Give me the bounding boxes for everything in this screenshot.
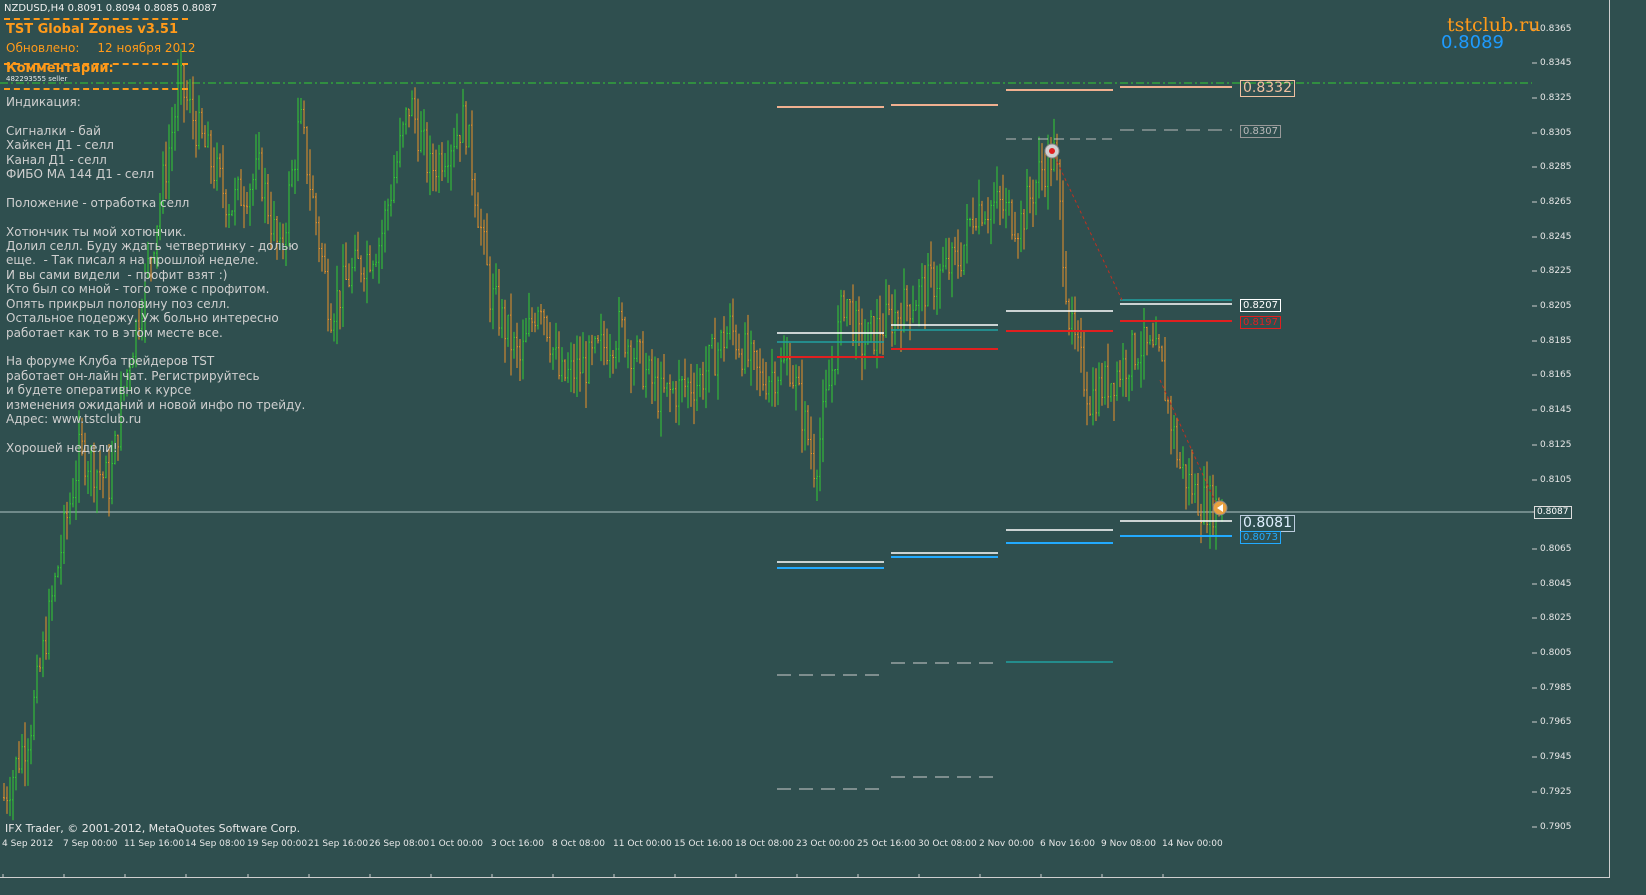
x-tick-label: 1 Oct 00:00 — [430, 839, 483, 849]
chart-area[interactable]: NZDUSD,H4 0.8091 0.8094 0.8085 0.8087 TS… — [0, 0, 1610, 878]
x-tick-label: 26 Sep 08:00 — [369, 839, 430, 849]
comment-line — [6, 210, 305, 224]
current-price-big: 0.8089 — [1441, 32, 1504, 53]
y-tick-label: 0.7925 — [1540, 787, 1572, 797]
y-tick-label: 0.8105 — [1540, 475, 1572, 485]
comment-line: Долил селл. Буду ждать четвертинку - дол… — [6, 239, 299, 254]
price-label-current: 0.8081 — [1240, 515, 1295, 532]
copyright: IFX Trader, © 2001-2012, MetaQuotes Soft… — [5, 822, 301, 835]
y-tick-label: 0.8345 — [1540, 58, 1572, 68]
y-tick-label: 0.8305 — [1540, 128, 1572, 138]
y-tick-label: 0.8205 — [1540, 301, 1572, 311]
y-tick-label: 0.7945 — [1540, 752, 1572, 762]
comment-line: еще. - Так писал я на прошлой неделе. — [6, 253, 259, 268]
indicator-panel: TST Global Zones v3.51 Обновлено: 12 нояб… — [6, 22, 266, 76]
y-axis: 0.8365 0.8345 0.8325 0.8305 0.8285 0.8265 0.82… — [1536, 0, 1576, 878]
comment-line: работает он-лайн чат. Регистрируйтесь — [6, 368, 260, 383]
x-tick-label: 11 Oct 00:00 — [613, 839, 672, 849]
y-tick-label: 0.8225 — [1540, 266, 1572, 276]
comment-line: Хайкен Д1 - селл — [6, 138, 114, 153]
x-tick-label: 2 Nov 00:00 — [979, 839, 1034, 849]
x-tick-label: 23 Oct 00:00 — [796, 839, 855, 849]
comment-line: Положение - отработка селл — [6, 195, 190, 210]
y-tick-label: 0.8365 — [1540, 24, 1572, 34]
y-tick-label: 0.8325 — [1540, 93, 1572, 103]
y-tick-label: 0.8265 — [1540, 197, 1572, 207]
x-tick-label: 8 Oct 08:00 — [552, 839, 605, 849]
price-label-blue: 0.8073 — [1240, 531, 1281, 544]
bid-price-tag: 0.8087 — [1534, 506, 1572, 519]
dashed-separator — [4, 63, 188, 65]
dashed-separator — [4, 88, 188, 90]
comment-line: Адрес: www.tstclub.ru — [6, 411, 142, 426]
comment-line: На форуме Клуба трейдеров TST — [6, 354, 215, 369]
price-label-white: 0.8207 — [1240, 299, 1281, 312]
y-tick-label: 0.8165 — [1540, 370, 1572, 380]
price-label-top: 0.8332 — [1240, 80, 1295, 97]
x-tick-label: 7 Sep 00:00 — [63, 839, 118, 849]
y-tick-label: 0.8045 — [1540, 579, 1572, 589]
comment-line: Опять прикрыл половину поз селл. — [6, 296, 230, 311]
comment-line: Хорошей недели! — [6, 440, 118, 455]
comment-line: работает как то в этом месте все. — [6, 325, 223, 340]
x-tick-label: 4 Sep 2012 — [2, 839, 54, 849]
y-tick-label: 0.8025 — [1540, 613, 1572, 623]
y-tick-label: 0.8125 — [1540, 440, 1572, 450]
y-tick-label: 0.8145 — [1540, 405, 1572, 415]
x-tick-label: 18 Oct 08:00 — [735, 839, 794, 849]
comment-line: Сигналки - бай — [6, 123, 101, 138]
comment-line: Индикация: — [6, 95, 81, 109]
comment-line — [6, 109, 305, 123]
x-tick-label: 14 Sep 08:00 — [185, 839, 246, 849]
price-label-upper: 0.8307 — [1240, 125, 1281, 138]
x-tick-label: 25 Oct 16:00 — [857, 839, 916, 849]
symbol-title: NZDUSD,H4 0.8091 0.8094 0.8085 0.8087 — [4, 3, 218, 14]
x-tick-label: 14 Nov 00:00 — [1162, 839, 1223, 849]
x-tick-label: 30 Oct 08:00 — [918, 839, 977, 849]
comment-line: Остальное подержу. Уж больно интересно — [6, 311, 279, 326]
updated-value: 12 ноября 2012 — [97, 41, 196, 55]
comment-line: изменения ожиданий и новой инфо по трейд… — [6, 397, 306, 412]
tiny-text: 482293555 seller — [6, 75, 68, 83]
y-tick-label: 0.8285 — [1540, 162, 1572, 172]
comment-line — [6, 181, 305, 195]
x-tick-label: 15 Oct 16:00 — [674, 839, 733, 849]
comment-text: Индикация: Сигналки - бай Хайкен Д1 - сел… — [6, 95, 305, 455]
y-tick-label: 0.8005 — [1540, 648, 1572, 658]
x-tick-label: 3 Oct 16:00 — [491, 839, 544, 849]
x-tick-label: 21 Sep 16:00 — [308, 839, 369, 849]
comment-line: И вы сами видели - профит взят :) — [6, 267, 228, 282]
y-tick-label: 0.8185 — [1540, 336, 1572, 346]
y-tick-label: 0.7965 — [1540, 717, 1572, 727]
comment-line — [6, 426, 305, 440]
comment-line: Хотюнчик ты мой хотюнчик. — [6, 224, 187, 239]
indicator-name: TST Global Zones v3.51 — [6, 22, 178, 37]
x-tick-label: 19 Sep 00:00 — [247, 839, 308, 849]
x-tick-label: 6 Nov 16:00 — [1040, 839, 1095, 849]
price-label-red: 0.8197 — [1240, 316, 1281, 329]
comment-line — [6, 340, 305, 354]
comment-line: Кто был со мной - того тоже с профитом. — [6, 282, 270, 297]
x-tick-label: 11 Sep 16:00 — [124, 839, 185, 849]
y-tick-label: 0.8245 — [1540, 232, 1572, 242]
sell-marker-dot — [1049, 148, 1055, 154]
comment-line: Канал Д1 - селл — [6, 152, 107, 167]
updated-label: Обновлено: — [6, 41, 80, 55]
updated-row: Обновлено: 12 ноября 2012 — [6, 41, 266, 55]
y-tick-label: 0.7985 — [1540, 683, 1572, 693]
y-tick-label: 0.7905 — [1540, 822, 1572, 832]
comment-line: ФИБО МА 144 Д1 - селл — [6, 167, 155, 182]
y-tick-label: 0.8065 — [1540, 544, 1572, 554]
dashed-separator — [4, 18, 188, 20]
comment-line: и будете оперативно к курсе — [6, 383, 192, 398]
x-tick-label: 9 Nov 08:00 — [1101, 839, 1156, 849]
